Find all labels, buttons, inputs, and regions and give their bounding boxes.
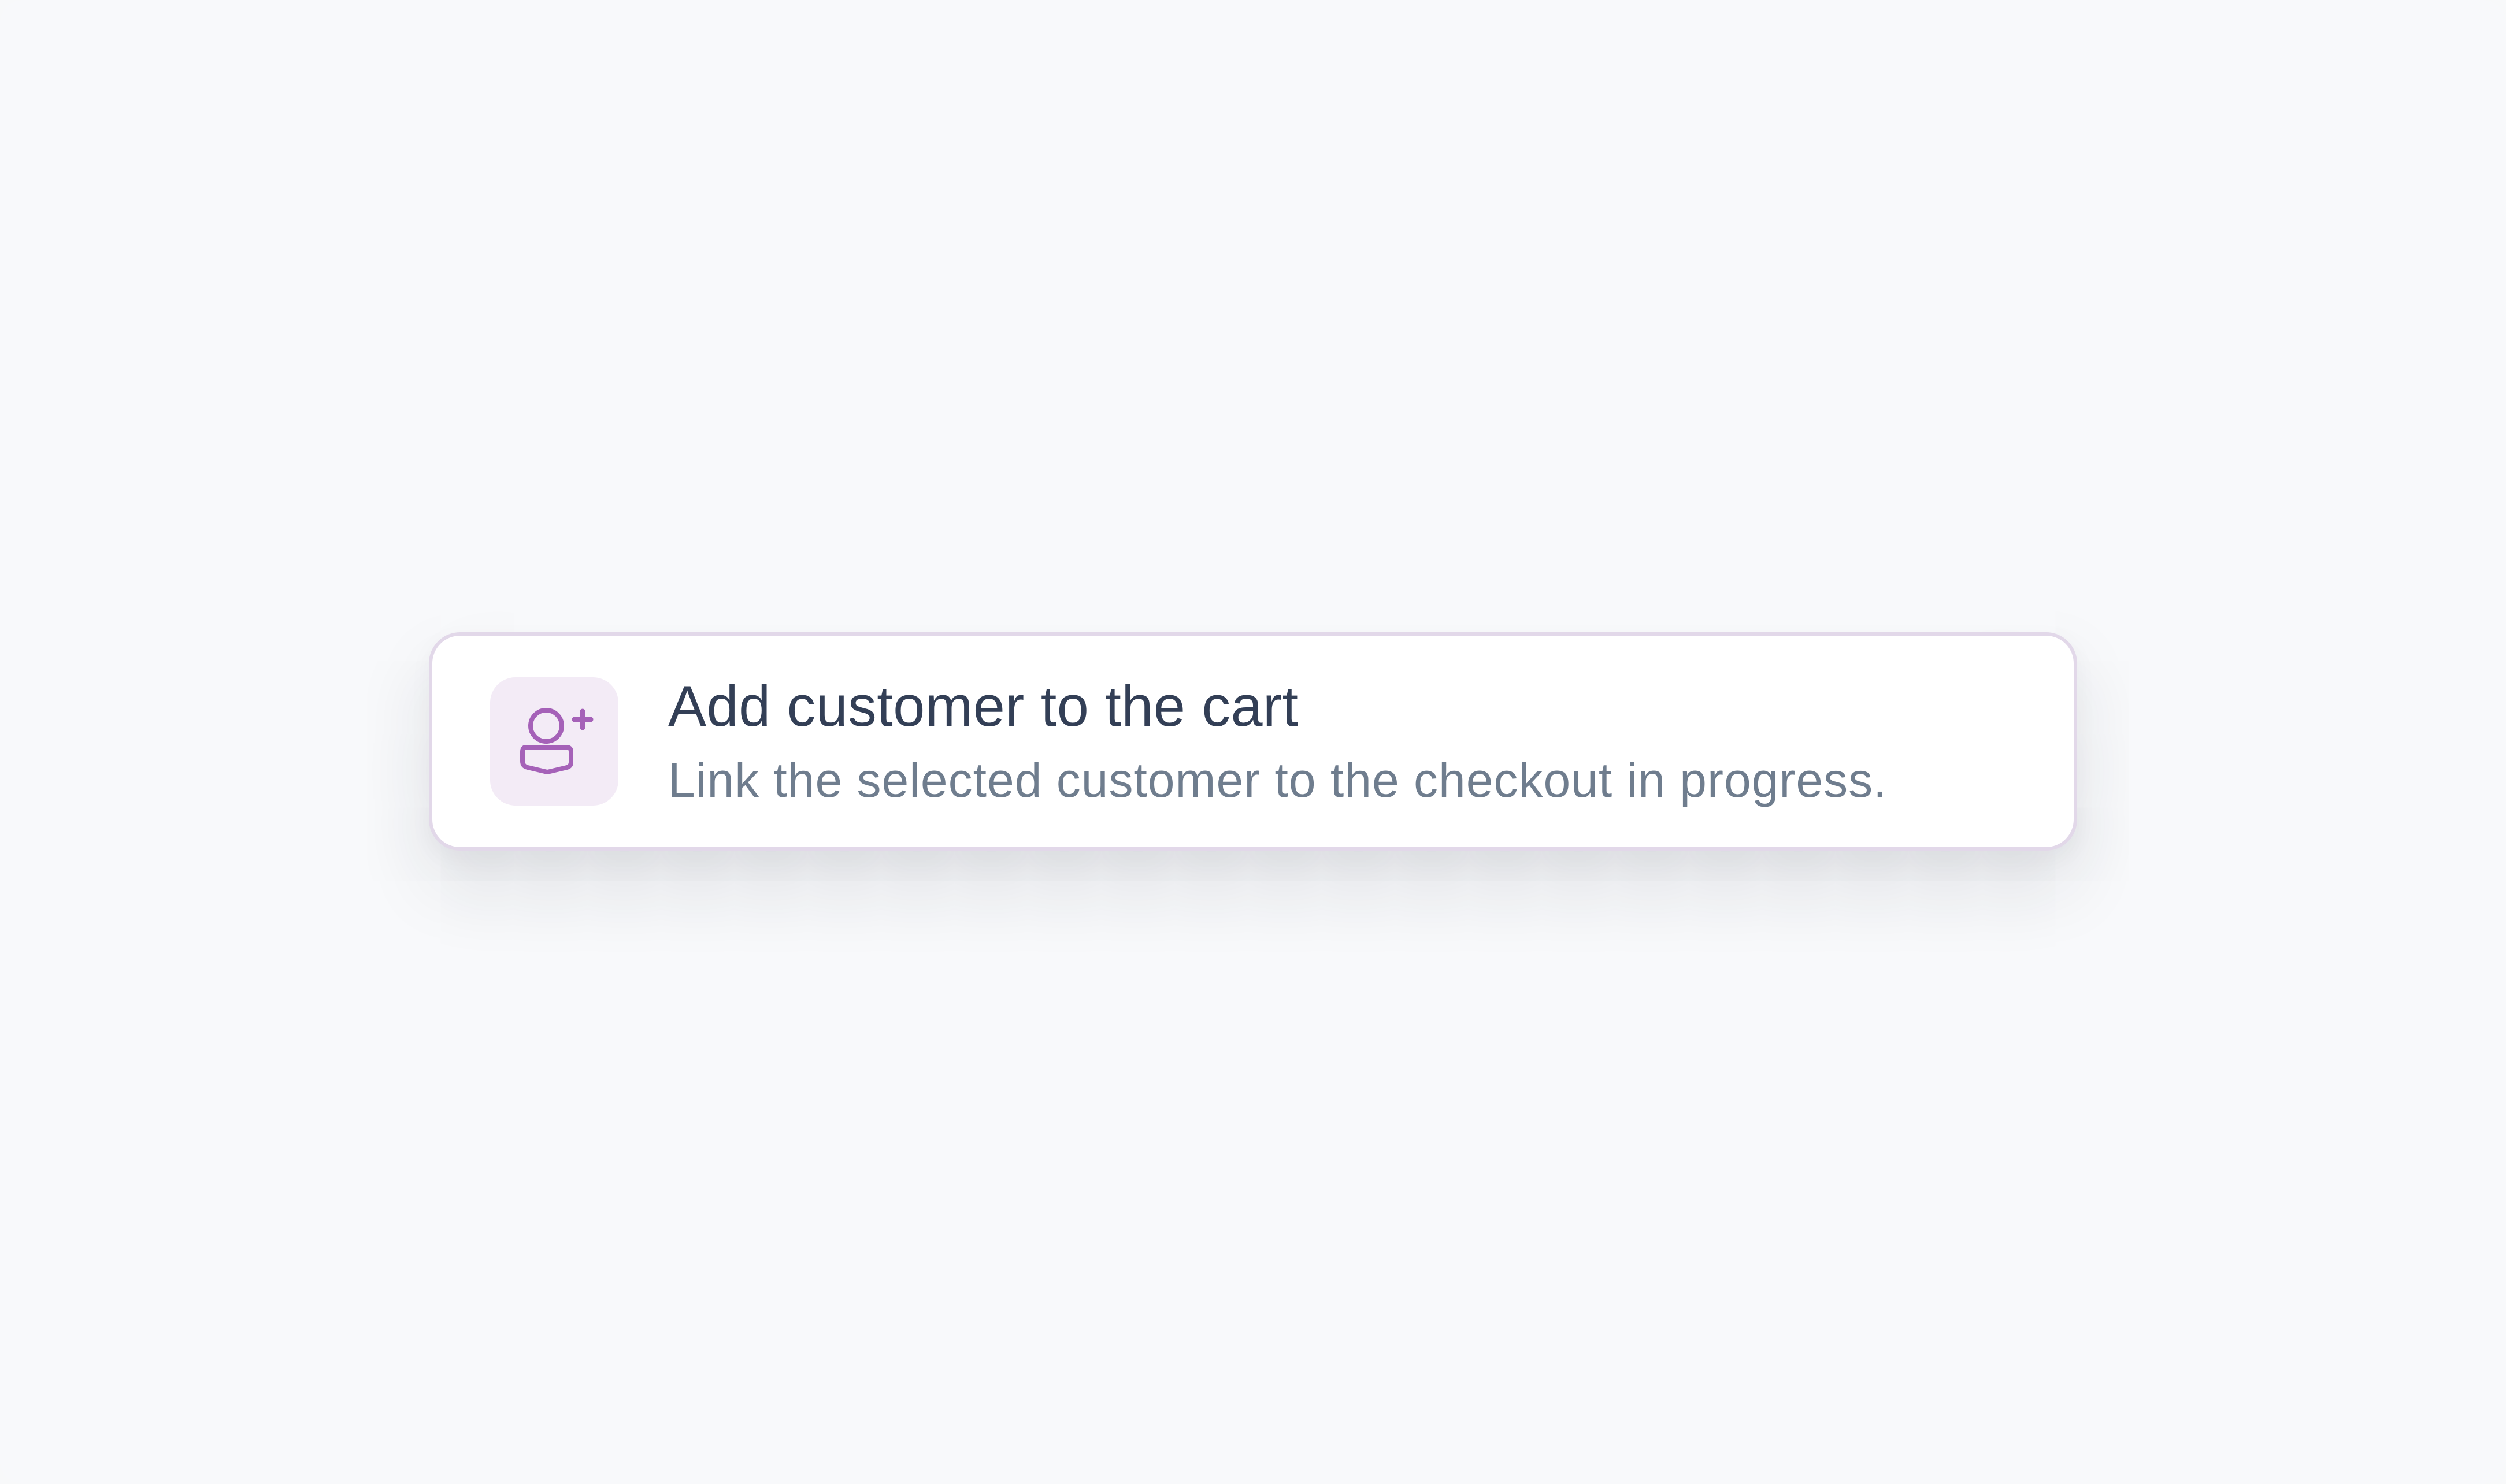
background-canvas: Add customer to the cart Link the select… — [0, 0, 2506, 1484]
add-customer-to-cart-card[interactable]: Add customer to the cart Link the select… — [429, 632, 2077, 851]
card-description: Link the selected customer to the checko… — [668, 753, 1888, 807]
user-plus-icon — [490, 677, 618, 806]
card-title: Add customer to the cart — [668, 674, 1299, 738]
